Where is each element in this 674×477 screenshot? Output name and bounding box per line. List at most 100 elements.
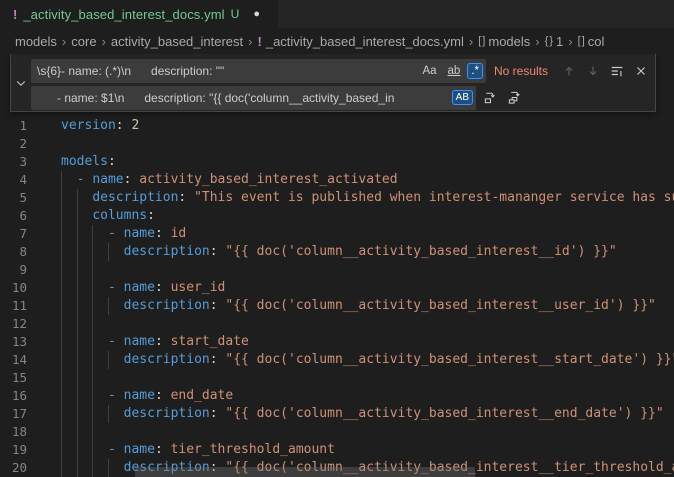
line-content	[27, 261, 674, 279]
indent-guide	[92, 225, 93, 243]
breadcrumb-item-activity_based_interest[interactable]: activity_based_interest	[111, 34, 243, 49]
unsaved-changes-dot[interactable]: ●	[253, 8, 260, 20]
line-content: - name: tier_threshold_amount	[27, 441, 674, 459]
arrow-down-icon	[586, 64, 600, 78]
breadcrumb-item-1[interactable]: { } 1	[545, 34, 564, 49]
code-line[interactable]: 9	[0, 261, 674, 279]
code-line[interactable]: 19 - name: tier_threshold_amount	[0, 441, 674, 459]
yaml-warning-icon: !	[13, 7, 17, 22]
indent-guide	[92, 387, 93, 405]
vscode-window: ! _activity_based_interest_docs.yml U ● …	[0, 0, 674, 477]
indent-guide	[77, 387, 78, 405]
indent-guide	[77, 279, 78, 297]
replace-row: - name: $1\n description: "{{ doc('colum…	[31, 85, 651, 110]
code-line[interactable]: 1version: 2	[0, 117, 674, 135]
code-line[interactable]: 14 description: "{{ doc('column__activit…	[0, 351, 674, 369]
line-content	[27, 423, 674, 441]
indent-guide	[61, 243, 62, 261]
indent-guide	[92, 261, 93, 279]
line-number: 1	[0, 117, 27, 135]
indent-guide	[61, 171, 62, 189]
toggle-replace-button[interactable]	[11, 54, 31, 111]
editor-pane[interactable]: \s{6}- name: (.*)\n description: "" Aa a…	[0, 54, 674, 477]
breadcrumb-item-models[interactable]: models	[15, 34, 57, 49]
breadcrumb-label: 1	[556, 34, 563, 49]
code-line[interactable]: 11 description: "{{ doc('column__activit…	[0, 297, 674, 315]
tab-activity-based-interest-docs[interactable]: ! _activity_based_interest_docs.yml U ●	[0, 0, 278, 28]
find-input[interactable]: \s{6}- name: (.*)\n description: "" Aa a…	[31, 59, 486, 83]
line-content: - name: start_date	[27, 333, 674, 351]
close-find-widget-button[interactable]	[631, 61, 651, 81]
replace-all-button[interactable]	[504, 88, 524, 108]
horizontal-scrollbar[interactable]	[135, 467, 475, 477]
indent-guide	[77, 405, 78, 423]
breadcrumb-separator: ›	[248, 34, 252, 49]
find-in-selection-button[interactable]	[607, 61, 627, 81]
line-number: 14	[0, 351, 27, 369]
code-line[interactable]: 3models:	[0, 153, 674, 171]
code-line[interactable]: 10 - name: user_id	[0, 279, 674, 297]
indent-guide	[92, 405, 93, 423]
indent-guide	[61, 261, 62, 279]
breadcrumb-separator: ›	[535, 34, 539, 49]
code-line[interactable]: 5 description: "This event is published …	[0, 189, 674, 207]
code-line[interactable]: 13 - name: start_date	[0, 333, 674, 351]
code-line[interactable]: 18	[0, 423, 674, 441]
code-line[interactable]: 16 - name: end_date	[0, 387, 674, 405]
line-content	[27, 135, 674, 153]
line-number: 6	[0, 207, 27, 225]
line-content: - name: user_id	[27, 279, 674, 297]
code-line[interactable]: 12	[0, 315, 674, 333]
replace-value-text: - name: $1\n description: "{{ doc('colum…	[31, 91, 449, 105]
code-line[interactable]: 4 - name: activity_based_interest_activa…	[0, 171, 674, 189]
indent-guide	[92, 369, 93, 387]
symbol-icon: { }	[545, 35, 552, 47]
indent-guide	[92, 459, 93, 477]
code-line[interactable]: 8 description: "{{ doc('column__activity…	[0, 243, 674, 261]
code-area[interactable]: 1version: 223models:4 - name: activity_b…	[0, 117, 674, 477]
git-status-badge: U	[231, 7, 240, 21]
code-line[interactable]: 7 - name: id	[0, 225, 674, 243]
selection-icon	[610, 64, 624, 78]
breadcrumb-separator: ›	[102, 34, 106, 49]
code-line[interactable]: 6 columns:	[0, 207, 674, 225]
preserve-case-toggle[interactable]: AB	[452, 90, 473, 105]
find-replace-widget: \s{6}- name: (.*)\n description: "" Aa a…	[10, 54, 656, 112]
regex-toggle[interactable]: .*	[467, 63, 483, 79]
whole-word-toggle[interactable]: ab	[444, 63, 465, 79]
code-line[interactable]: 2	[0, 135, 674, 153]
indent-guide	[61, 315, 62, 333]
breadcrumb-item-core[interactable]: core	[71, 34, 96, 49]
line-content	[27, 369, 674, 387]
line-number: 7	[0, 225, 27, 243]
indent-guide	[61, 387, 62, 405]
code-line[interactable]: 15	[0, 369, 674, 387]
indent-guide	[92, 315, 93, 333]
breadcrumb-label: col	[588, 34, 605, 49]
indent-guide	[108, 297, 109, 315]
line-number: 16	[0, 387, 27, 405]
replace-all-icon	[507, 90, 522, 105]
find-widget-body: \s{6}- name: (.*)\n description: "" Aa a…	[31, 54, 655, 111]
indent-guide	[61, 351, 62, 369]
line-number: 11	[0, 297, 27, 315]
indent-guide	[108, 243, 109, 261]
chevron-down-icon	[15, 77, 27, 89]
replace-input[interactable]: - name: $1\n description: "{{ doc('colum…	[31, 86, 476, 110]
breadcrumb-item-_activity_based_interest_docs.yml[interactable]: !_activity_based_interest_docs.yml	[258, 34, 464, 49]
indent-guide	[77, 225, 78, 243]
find-results-count: No results	[494, 64, 548, 78]
replace-button[interactable]	[480, 88, 500, 108]
breadcrumb-item-col[interactable]: [ ]col	[578, 34, 605, 49]
indent-guide	[92, 423, 93, 441]
line-number: 19	[0, 441, 27, 459]
line-content: - name: end_date	[27, 387, 674, 405]
code-line[interactable]: 17 description: "{{ doc('column__activit…	[0, 405, 674, 423]
replace-options: AB	[449, 90, 476, 105]
match-case-toggle[interactable]: Aa	[418, 63, 440, 79]
next-match-button[interactable]	[583, 61, 603, 81]
previous-match-button[interactable]	[559, 61, 579, 81]
breadcrumb-item-models[interactable]: [ ]models	[478, 34, 530, 49]
breadcrumb-label: activity_based_interest	[111, 34, 243, 49]
line-number: 20	[0, 459, 27, 477]
